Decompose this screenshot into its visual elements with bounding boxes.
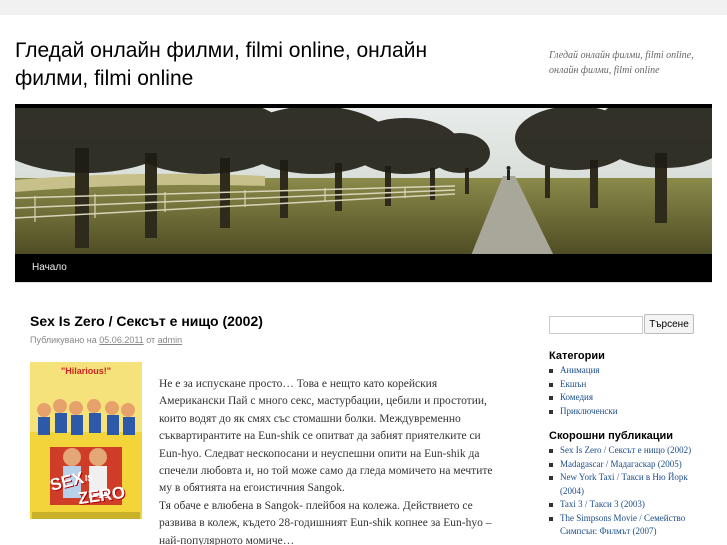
bullet-icon [549,462,553,467]
list-item: Madagascar / Мадагаскар (2005) [549,458,709,472]
categories-list: Анимация Екшън Комедия Приключенски [549,364,709,418]
category-link[interactable]: Комедия [560,392,593,402]
site-description: Гледай онлайн филми, filmi online, онлай… [549,50,694,76]
search-button[interactable]: Търсене [644,314,694,334]
divider [15,282,712,283]
list-item: Екшън [549,378,709,392]
list-item: Анимация [549,364,709,378]
post-meta-by: от [146,335,156,345]
list-item: The Simpsons Movie / Семейство Симпсън: … [549,512,709,539]
recent-posts-widget-title: Скорошни публикации [549,430,674,442]
list-item: Комедия [549,391,709,405]
post-paragraph: Тя обаче е влюбена в Sangok- плейбоя на … [159,499,492,545]
banner-landscape-image [15,108,712,258]
post-author-link[interactable]: admin [158,335,183,345]
site-title[interactable]: Гледай онлайн филми, filmi online, онлай… [15,37,495,93]
bullet-icon [549,503,553,507]
bullet-icon [549,516,553,521]
bullet-icon [549,449,553,453]
bullet-icon [549,476,553,480]
list-item: Taxi 3 / Такси 3 (2003) [549,498,709,512]
nav-item-home[interactable]: Начало [32,262,67,273]
post-title[interactable]: Sex Is Zero / Сексът е нищо (2002) [30,313,263,329]
bullet-icon [549,369,553,373]
poster-quote: "Hilarious!" [60,366,112,376]
recent-post-link[interactable]: New York Taxi / Такси в Ню Йорк (2004) [560,472,688,496]
category-link[interactable]: Приключенски [560,406,618,416]
movie-poster[interactable]: "Hilarious!" SEX IS ZERO [30,362,142,519]
categories-widget-title: Категории [549,350,605,362]
page-wrapper: Гледай онлайн филми, filmi online, онлай… [0,15,727,545]
post-content: Не е за испускане просто… Това е нещто к… [159,376,503,545]
post-date-link[interactable]: 05.06.2011 [99,335,143,345]
recent-post-link[interactable]: Taxi 3 / Такси 3 (2003) [560,499,645,509]
recent-post-link[interactable]: The Simpsons Movie / Семейство Симпсън: … [560,513,685,537]
list-item: New York Taxi / Такси в Ню Йорк (2004) [549,471,709,498]
category-link[interactable]: Анимация [560,365,600,375]
recent-post-link[interactable]: Sex Is Zero / Сексът е нищо (2002) [560,445,691,455]
search-input[interactable] [549,316,643,334]
list-item: Приключенски [549,405,709,419]
main-navigation: Начало [15,254,712,282]
bullet-icon [549,409,553,414]
poster-title-2: IS [85,474,93,483]
list-item: Sex Is Zero / Сексът е нищо (2002) [549,444,709,458]
bullet-icon [549,396,553,400]
bullet-icon [549,382,553,387]
recent-posts-list: Sex Is Zero / Сексът е нищо (2002) Madag… [549,444,709,539]
category-link[interactable]: Екшън [560,379,586,389]
post-meta: Публикувано на 05.06.2011 от admin [30,335,182,345]
header-banner-image [15,104,712,258]
recent-post-link[interactable]: Madagascar / Мадагаскар (2005) [560,459,682,469]
post-meta-prefix: Публикувано на [30,335,97,345]
post-paragraph: Не е за испускане просто… Това е нещто к… [159,378,493,495]
